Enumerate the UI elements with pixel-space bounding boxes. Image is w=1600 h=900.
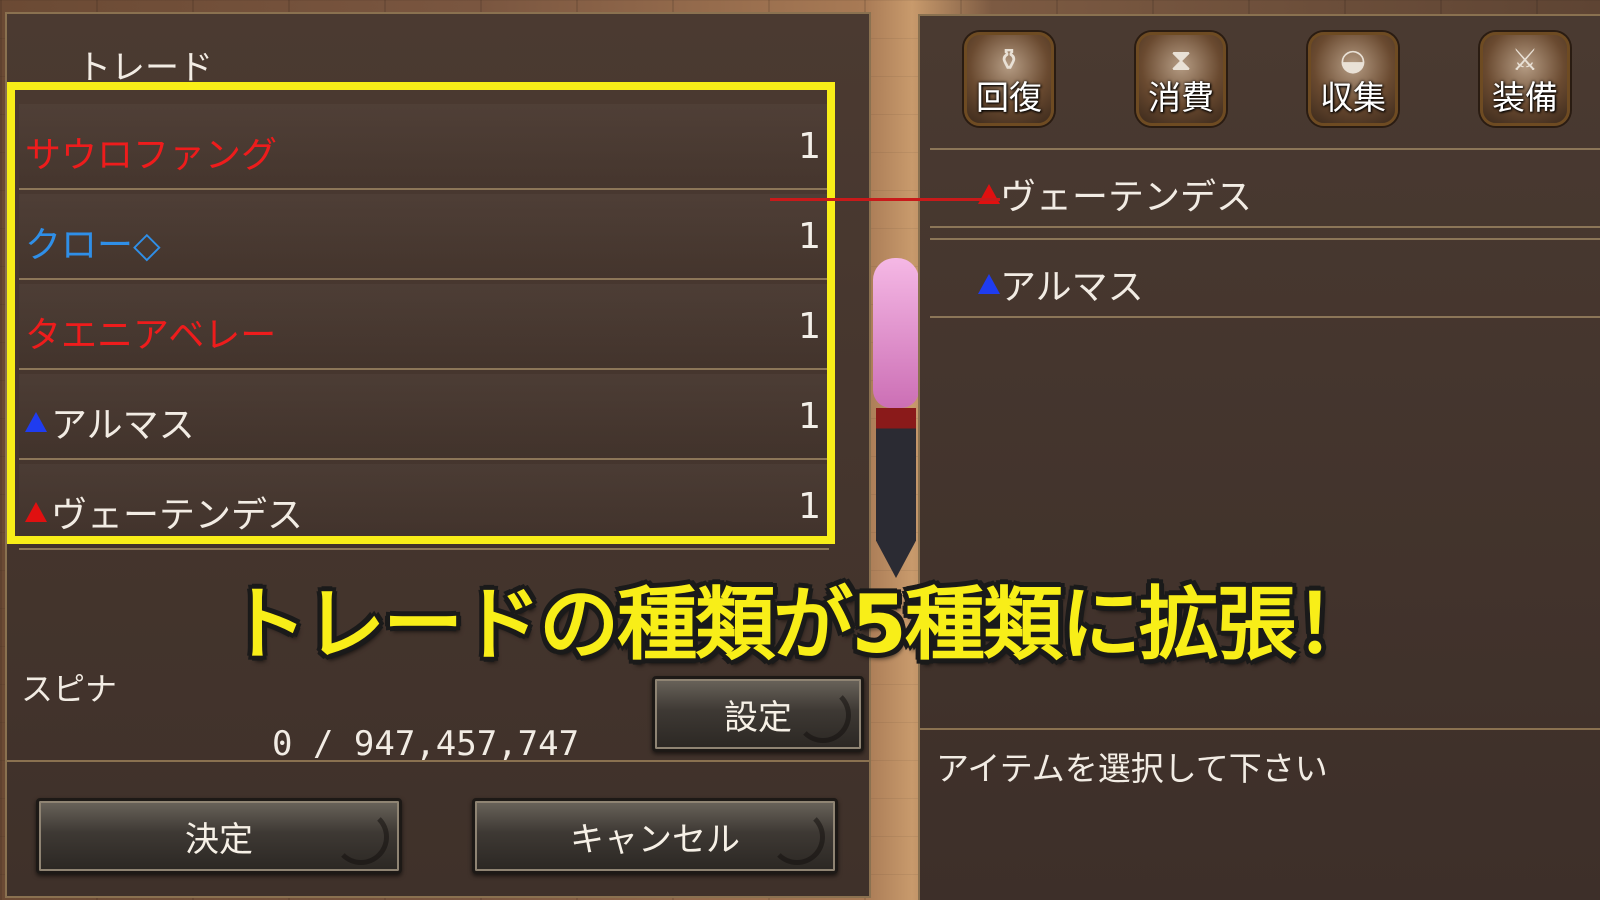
tab-label: 消費	[1148, 78, 1214, 117]
trade-item-qty: 1	[798, 216, 821, 257]
trade-panel: トレード サウロファング 1 クロー◇ 1 タエニアベレー 1 アルマス 1 ヴ…	[5, 12, 871, 898]
trade-item-name: タエニアベレー	[25, 315, 277, 356]
red-triangle-icon	[25, 502, 47, 522]
tab-label: 回復	[976, 78, 1042, 117]
tab-label: 装備	[1492, 78, 1558, 117]
inventory-item-name: アルマス	[1000, 267, 1144, 308]
trade-item-name: クロー◇	[25, 225, 161, 266]
confirm-button[interactable]: 決定	[36, 798, 402, 874]
announcement-banner: トレードの種類が5種類に拡張！	[227, 578, 1375, 671]
trade-item-row[interactable]: クロー◇ 1	[19, 194, 829, 280]
status-message: アイテムを選択して下さい	[936, 749, 1328, 788]
trade-panel-title: トレード	[77, 48, 213, 88]
set-button[interactable]: 設定	[652, 676, 864, 752]
currency-value: 0 / 947,457,747	[272, 724, 580, 764]
currency-label: スピナ	[21, 670, 118, 708]
trade-item-row[interactable]: タエニアベレー 1	[19, 284, 829, 370]
trade-item-row[interactable]: アルマス 1	[19, 374, 829, 460]
tab-consumable[interactable]: ⧗ 消費	[1136, 32, 1226, 126]
trade-item-list: サウロファング 1 クロー◇ 1 タエニアベレー 1 アルマス 1 ヴェーテンデ…	[19, 96, 849, 566]
trade-item-name: ヴェーテンデス	[51, 495, 304, 536]
cancel-button[interactable]: キャンセル	[472, 798, 838, 874]
player-character	[873, 258, 919, 578]
tab-collection[interactable]: ◒ 収集	[1308, 32, 1398, 126]
trade-item-qty: 1	[798, 126, 821, 167]
trade-item-qty: 1	[798, 396, 821, 437]
inventory-item-name: ヴェーテンデス	[1000, 177, 1253, 218]
inventory-item-row[interactable]: ヴェーテンデス	[930, 148, 1600, 228]
blue-triangle-icon	[25, 412, 47, 432]
character-hair	[873, 258, 919, 408]
trade-item-qty: 1	[798, 306, 821, 347]
trade-item-name: アルマス	[51, 405, 195, 446]
tab-equipment[interactable]: ⚔ 装備	[1480, 32, 1570, 126]
tab-label: 収集	[1320, 78, 1386, 117]
trade-item-name: サウロファング	[25, 135, 278, 176]
character-body	[876, 408, 916, 578]
trade-item-qty: 1	[798, 486, 821, 527]
blue-triangle-icon	[978, 274, 1000, 294]
selection-line	[770, 198, 1000, 201]
trade-item-row[interactable]: ヴェーテンデス 1	[19, 464, 829, 550]
inventory-item-row[interactable]: アルマス	[930, 238, 1600, 318]
message-divider	[918, 728, 1600, 730]
trade-item-row[interactable]: サウロファング 1	[19, 104, 829, 190]
tab-recovery[interactable]: ⚱ 回復	[964, 32, 1054, 126]
divider	[5, 760, 871, 762]
red-triangle-icon	[978, 184, 1000, 204]
